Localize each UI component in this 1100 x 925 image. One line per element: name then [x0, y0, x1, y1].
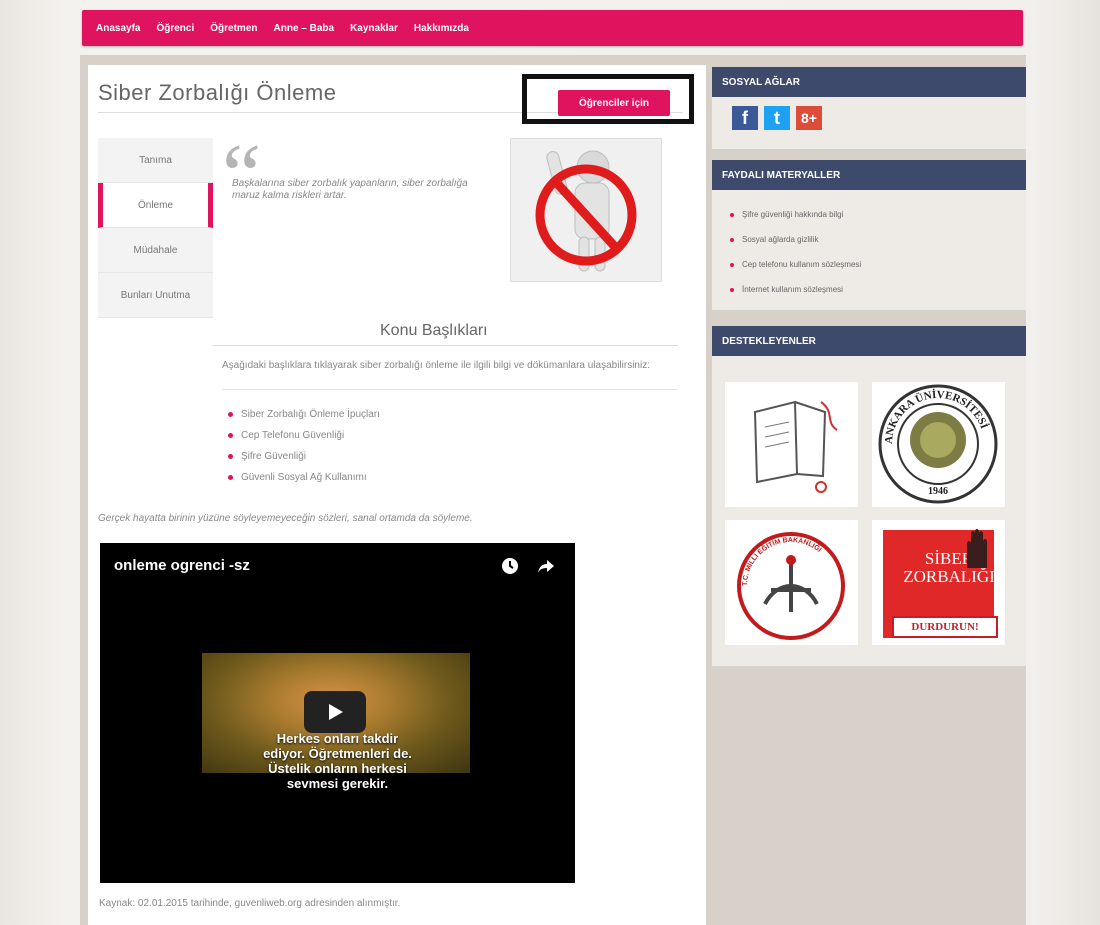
bullet-icon [730, 287, 734, 292]
advice-note: Gerçek hayatta birinin yüzüne söyleyemey… [98, 513, 473, 524]
ankara-university-seal-icon: ANKARA ÜNİVERSİTESİ 1946 [878, 384, 998, 504]
material-link-gizlilik[interactable]: Sosyal ağlarda gizlilik [730, 227, 1026, 252]
bullet-icon [730, 212, 734, 217]
hand-icon [967, 529, 987, 568]
bullet-icon [228, 454, 233, 459]
topic-label: Cep Telefonu Güvenliği [241, 430, 345, 441]
topics-heading: Konu Başlıkları [380, 322, 488, 339]
topic-link-sifre[interactable]: Şifre Güvenliği [228, 446, 380, 467]
facebook-icon[interactable]: f [732, 106, 758, 130]
badge-button: DURDURUN! [892, 616, 998, 638]
book-computer-logo-icon [753, 400, 838, 493]
topic-label: Güvenli Sosyal Ağ Kullanımı [241, 472, 367, 483]
stop-illustration [510, 138, 662, 282]
google-plus-icon[interactable]: 8+ [796, 106, 822, 130]
sidebar-materials-heading: FAYDALI MATERYALLER [712, 160, 1026, 190]
highlight-frame [522, 74, 694, 124]
nav-item-hakkimizda[interactable]: Hakkımızda [414, 23, 469, 34]
top-navigation: Anasayfa Öğrenci Öğretmen Anne – Baba Ka… [82, 10, 1023, 46]
topic-label: Siber Zorbalığı Önleme İpuçları [241, 409, 380, 420]
source-note: Kaynak: 02.01.2015 tarihinde, guvenliweb… [99, 898, 401, 909]
supporter-logo-meb[interactable]: T.C. MİLLİ EĞİTİM BAKANLIĞI [725, 520, 858, 645]
tab-mudahale[interactable]: Müdahale [98, 228, 213, 273]
page-title: Siber Zorbalığı Önleme [98, 80, 337, 105]
bullet-icon [228, 475, 233, 480]
topics-description: Aşağıdaki başlıklara tıklayarak siber zo… [222, 360, 650, 371]
material-label: Cep telefonu kullanım sözleşmesi [742, 260, 862, 269]
material-link-internet[interactable]: İnternet kullanım sözleşmesi [730, 277, 1026, 302]
tab-tanima[interactable]: Tanıma [98, 138, 213, 183]
quote-mark-icon: “ [222, 127, 262, 224]
supporters-logos: ANKARA ÜNİVERSİTESİ 1946 T.C. MİLLİ EĞİT… [712, 356, 1026, 645]
topic-label: Şifre Güvenliği [241, 451, 307, 462]
topic-link-cep-telefonu[interactable]: Cep Telefonu Güvenliği [228, 425, 380, 446]
quote-text: Başkalarına siber zorbalık yapanların, s… [232, 178, 468, 201]
stop-cyberbullying-badge: SİBER ZORBALIĞI DURDURUN! [883, 529, 998, 638]
sidebar-materials: FAYDALI MATERYALLER Şifre güvenliği hakk… [712, 160, 1026, 310]
topics-list: Siber Zorbalığı Önleme İpuçları Cep Tele… [228, 404, 380, 488]
subtitle-line: sevmesi gerekir. [286, 776, 389, 791]
nav-item-kaynaklar[interactable]: Kaynaklar [350, 23, 398, 34]
material-link-sifre[interactable]: Şifre güvenliği hakkında bilgi [730, 202, 1026, 227]
supporter-logo-1[interactable] [725, 382, 858, 507]
video-subtitles: Herkes onları takdir ediyor. Öğretmenler… [200, 731, 475, 791]
nav-item-ogretmen[interactable]: Öğretmen [210, 23, 257, 34]
svg-text:1946: 1946 [928, 486, 948, 497]
bullet-icon [730, 262, 734, 267]
share-icon[interactable] [537, 557, 555, 575]
video-title[interactable]: onleme ogrenci -sz [114, 557, 250, 574]
stop-figure-icon [535, 150, 637, 272]
bullet-icon [730, 237, 734, 242]
badge-line-2: ZORBALIĞI [903, 567, 995, 586]
sidebar-social-heading: SOSYAL AĞLAR [712, 67, 1026, 97]
sidebar-supporters-heading: DESTEKLEYENLER [712, 326, 1026, 356]
topic-link-ipuclari[interactable]: Siber Zorbalığı Önleme İpuçları [228, 404, 380, 425]
social-links: f t 8+ [712, 97, 1026, 130]
nav-item-anasayfa[interactable]: Anasayfa [96, 23, 140, 34]
nav-item-anne-baba[interactable]: Anne – Baba [274, 23, 335, 34]
material-label: İnternet kullanım sözleşmesi [742, 285, 843, 294]
sidebar-supporters: DESTEKLEYENLER ANKARA ÜNİVERSİTESİ 1946 … [712, 326, 1026, 666]
supporter-logo-ankara[interactable]: ANKARA ÜNİVERSİTESİ 1946 [872, 382, 1005, 507]
section-tabs: Tanıma Önleme Müdahale Bunları Unutma [98, 138, 213, 318]
subtitle-line: ediyor. Öğretmenleri de. [263, 746, 412, 761]
nav-item-ogrenci[interactable]: Öğrenci [156, 23, 194, 34]
materials-list: Şifre güvenliği hakkında bilgi Sosyal ağ… [712, 190, 1026, 302]
tab-bunlari-unutma[interactable]: Bunları Unutma [98, 273, 213, 318]
tab-onleme[interactable]: Önleme [98, 183, 213, 228]
topics-divider-2 [222, 389, 677, 390]
topic-link-sosyal-ag[interactable]: Güvenli Sosyal Ağ Kullanımı [228, 467, 380, 488]
supporter-logo-stop-cyberbullying[interactable]: SİBER ZORBALIĞI DURDURUN! [872, 520, 1005, 645]
watch-later-icon[interactable] [501, 557, 519, 575]
meb-logo-icon: T.C. MİLLİ EĞİTİM BAKANLIĞI [737, 532, 845, 640]
twitter-icon[interactable]: t [764, 106, 790, 130]
material-label: Sosyal ağlarda gizlilik [742, 235, 819, 244]
subtitle-line: Üstelik onların herkesi [268, 761, 407, 776]
subtitle-line: Herkes onları takdir [276, 731, 399, 746]
bullet-icon [228, 433, 233, 438]
material-link-cep-telefonu[interactable]: Cep telefonu kullanım sözleşmesi [730, 252, 1026, 277]
sidebar-social: SOSYAL AĞLAR f t 8+ [712, 67, 1026, 149]
topics-divider [213, 345, 678, 346]
video-player[interactable]: onleme ogrenci -sz Herkes onları takdir … [100, 543, 575, 883]
material-label: Şifre güvenliği hakkında bilgi [742, 210, 844, 219]
bullet-icon [228, 412, 233, 417]
play-icon[interactable] [304, 691, 366, 733]
